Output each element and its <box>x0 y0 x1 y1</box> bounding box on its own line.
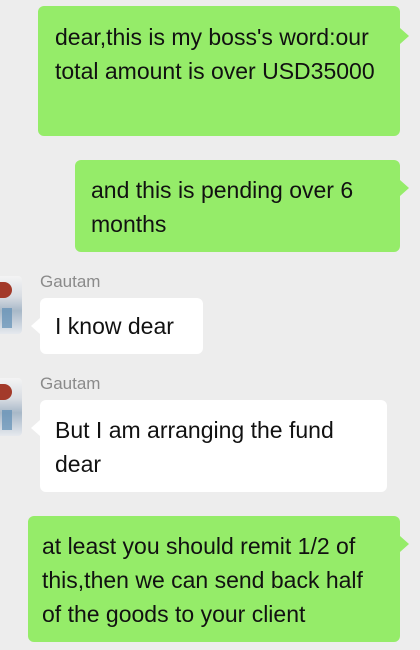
message-text: I know dear <box>55 313 174 339</box>
outgoing-message-bubble[interactable]: at least you should remit 1/2 of this,th… <box>28 516 400 642</box>
bubble-tail <box>400 180 409 196</box>
sender-avatar-icon[interactable] <box>0 276 22 334</box>
incoming-message-bubble[interactable]: I know dear <box>40 298 203 354</box>
message-text: and this is pending over 6 months <box>91 177 354 237</box>
message-text: at least you should remit 1/2 of this,th… <box>42 533 363 627</box>
sender-name: Gautam <box>40 374 101 393</box>
outgoing-message-bubble[interactable]: dear,this is my boss's word:our total am… <box>38 6 400 136</box>
bubble-tail <box>31 420 40 436</box>
message-text: dear,this is my boss's word:our total am… <box>55 24 375 84</box>
bubble-tail <box>31 318 40 334</box>
sender-name: Gautam <box>40 272 101 291</box>
message-text: But I am arranging the fund dear <box>55 417 334 477</box>
incoming-message-bubble[interactable]: But I am arranging the fund dear <box>40 400 387 492</box>
sender-avatar-icon[interactable] <box>0 378 22 436</box>
bubble-tail <box>400 536 409 552</box>
outgoing-message-bubble[interactable]: and this is pending over 6 months <box>75 160 400 252</box>
bubble-tail <box>400 28 409 44</box>
